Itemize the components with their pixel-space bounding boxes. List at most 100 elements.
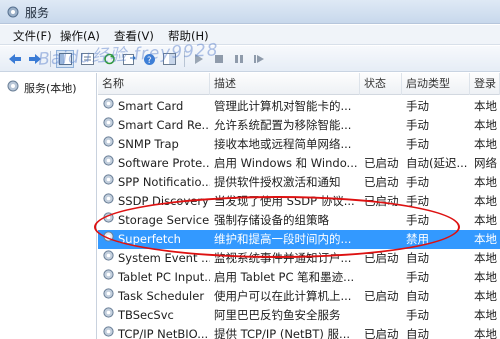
- services-gear-icon: [6, 79, 20, 96]
- service-description: 提供软件授权激活和通知: [214, 175, 341, 189]
- toolbar: ?: [0, 46, 500, 72]
- service-description: 阿里巴巴反钓鱼安全服务: [214, 308, 341, 322]
- service-logon: 本地: [474, 213, 497, 227]
- forward-icon[interactable]: [26, 50, 44, 68]
- service-gear-icon: [102, 116, 115, 135]
- service-logon: 本地: [474, 327, 497, 339]
- service-row[interactable]: Superfetch 维护和提高一段时间内的... 禁用 本地: [98, 230, 500, 249]
- service-row[interactable]: Smart Card 管理此计算机对智能卡的... 手动 本地: [98, 97, 500, 116]
- console-tree: 服务(本地): [0, 73, 97, 339]
- service-logon: 本地: [474, 232, 497, 246]
- column-header-startup-type[interactable]: 启动类型: [402, 73, 470, 95]
- service-name-cell: SPP Notificatio...: [102, 173, 210, 192]
- service-gear-icon: [102, 211, 115, 230]
- back-icon[interactable]: [6, 50, 24, 68]
- service-logon: 本地: [474, 194, 497, 208]
- service-name: Smart Card: [118, 99, 184, 113]
- service-logon: 本地: [474, 308, 497, 322]
- service-row[interactable]: Storage Service 强制存储设备的组策略 手动 本地: [98, 211, 500, 230]
- service-gear-icon: [102, 230, 115, 249]
- service-row[interactable]: TCP/IP NetBIO... 提供 TCP/IP (NetBT) 服... 已启…: [98, 325, 500, 339]
- service-status: [364, 97, 402, 116]
- service-gear-icon: [102, 135, 115, 154]
- service-row[interactable]: Tablet PC Input... 启用 Tablet PC 笔和墨迹... 手动…: [98, 268, 500, 287]
- service-gear-icon: [102, 306, 115, 325]
- service-name: Task Scheduler: [118, 289, 205, 303]
- service-row[interactable]: SNMP Trap 接收本地或远程简单网络... 手动 本地: [98, 135, 500, 154]
- service-name-cell: Storage Service: [102, 211, 210, 230]
- service-startup-type: 自动: [406, 327, 429, 339]
- console-view-icon[interactable]: [160, 50, 178, 68]
- service-gear-icon: [102, 249, 115, 268]
- window-title: 服务: [25, 6, 50, 20]
- column-header-description[interactable]: 描述: [210, 73, 360, 95]
- service-name: TBSecSvc: [118, 308, 174, 322]
- service-name: Smart Card Re...: [118, 118, 210, 132]
- service-description: 启用 Windows 和 Windo...: [214, 156, 358, 170]
- show-console-tree-icon[interactable]: [56, 50, 74, 68]
- menu-file[interactable]: 文件(F): [13, 28, 52, 44]
- service-status: 已启动: [364, 156, 399, 170]
- service-description: 接收本地或远程简单网络...: [214, 137, 352, 151]
- service-gear-icon: [102, 97, 115, 116]
- service-gear-icon: [102, 287, 115, 306]
- service-name-cell: Smart Card: [102, 97, 210, 116]
- service-description: 启用 Tablet PC 笔和墨迹...: [214, 270, 355, 284]
- service-row[interactable]: TBSecSvc 阿里巴巴反钓鱼安全服务 手动 本地: [98, 306, 500, 325]
- svg-text:?: ?: [147, 56, 152, 66]
- menu-bar: 文件(F) 操作(A) 查看(V) 帮助(H): [0, 25, 500, 45]
- service-status: [364, 135, 402, 154]
- properties-icon[interactable]: [78, 50, 96, 68]
- service-status: 已启动: [364, 327, 399, 339]
- service-name-cell: TCP/IP NetBIO...: [102, 325, 210, 339]
- service-logon: 本地: [474, 251, 497, 265]
- menu-help[interactable]: 帮助(H): [168, 28, 209, 44]
- service-row[interactable]: SSDP Discovery 当发现了使用 SSDP 协议... 已启动 手动 本地: [98, 192, 500, 211]
- service-name-cell: Smart Card Re...: [102, 116, 210, 135]
- menu-action[interactable]: 操作(A): [60, 28, 100, 44]
- column-header-status[interactable]: 状态: [360, 73, 402, 95]
- service-row[interactable]: Software Prote... 启用 Windows 和 Windo... 已启…: [98, 154, 500, 173]
- service-gear-icon: [102, 192, 115, 211]
- service-status: [364, 211, 402, 230]
- service-row[interactable]: SPP Notificatio... 提供软件授权激活和通知 已启动 手动 本地: [98, 173, 500, 192]
- menu-view[interactable]: 查看(V): [114, 28, 154, 44]
- service-startup-type: 手动: [406, 175, 429, 189]
- help-icon[interactable]: ?: [140, 50, 158, 68]
- service-startup-type: 手动: [406, 270, 429, 284]
- service-gear-icon: [102, 154, 115, 173]
- service-startup-type: 手动: [406, 194, 429, 208]
- service-description: 提供 TCP/IP (NetBT) 服...: [214, 327, 351, 339]
- restart-service-icon[interactable]: [250, 50, 268, 68]
- service-name-cell: Task Scheduler: [102, 287, 210, 306]
- column-header-logon[interactable]: 登录: [470, 73, 500, 95]
- service-name-cell: SNMP Trap: [102, 135, 210, 154]
- service-name-cell: Tablet PC Input...: [102, 268, 210, 287]
- tree-item-label: 服务(本地): [24, 81, 77, 95]
- pause-service-icon[interactable]: [230, 50, 248, 68]
- service-name: Storage Service: [118, 213, 210, 227]
- service-logon: 本地: [474, 99, 497, 113]
- refresh-icon[interactable]: [100, 50, 118, 68]
- service-status: 已启动: [364, 251, 399, 265]
- service-logon: 网络: [474, 156, 497, 170]
- service-status: [364, 268, 402, 287]
- service-logon: 本地: [474, 137, 497, 151]
- export-list-icon[interactable]: [120, 50, 138, 68]
- service-gear-icon: [102, 268, 115, 287]
- start-service-icon[interactable]: [190, 50, 208, 68]
- service-row[interactable]: Smart Card Re... 允许系统配置为移除智能... 手动 本地: [98, 116, 500, 135]
- tree-item-services-local[interactable]: 服务(本地): [6, 79, 77, 96]
- service-startup-type: 禁用: [406, 232, 429, 246]
- service-status: [364, 116, 402, 135]
- service-name: Superfetch: [118, 232, 181, 246]
- service-startup-type: 手动: [406, 118, 429, 132]
- service-startup-type: 手动: [406, 213, 429, 227]
- service-name-cell: SSDP Discovery: [102, 192, 210, 211]
- stop-service-icon[interactable]: [210, 50, 228, 68]
- service-row[interactable]: System Event ... 监视系统事件并通知订户... 已启动 自动 本地: [98, 249, 500, 268]
- column-header-name[interactable]: 名称: [98, 73, 210, 95]
- service-description: 当发现了使用 SSDP 协议...: [214, 194, 355, 208]
- service-gear-icon: [102, 325, 115, 339]
- service-row[interactable]: Task Scheduler 使用户可以在此计算机上... 已启动 自动 本地: [98, 287, 500, 306]
